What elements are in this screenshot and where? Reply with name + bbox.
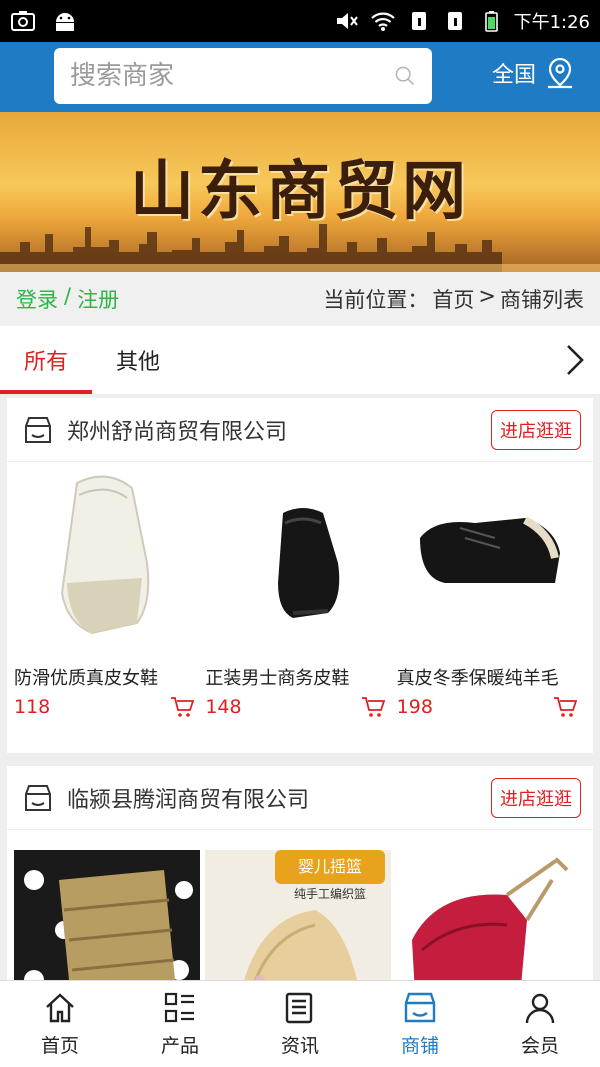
nav-products-label: 产品 bbox=[160, 1035, 199, 1057]
product-item[interactable] bbox=[13, 850, 204, 980]
location-pin-icon bbox=[548, 57, 573, 89]
shop-header: 临颍县腾润商贸有限公司 进店逛逛 bbox=[7, 766, 593, 830]
status-bar: 下午1:26 bbox=[0, 0, 600, 42]
cart-icon[interactable] bbox=[553, 696, 577, 718]
breadcrumb: 当前位置： 首页 > 商铺列表 bbox=[323, 284, 584, 314]
black-dress-shoe-image bbox=[278, 508, 340, 618]
search-icon[interactable] bbox=[394, 58, 416, 94]
grid-list-icon bbox=[164, 992, 194, 1023]
city-skyline-image bbox=[0, 224, 600, 272]
tab-other[interactable]: 其他 bbox=[92, 326, 184, 394]
cart-icon[interactable] bbox=[170, 696, 194, 718]
region-selector[interactable]: 全国 bbox=[492, 56, 576, 90]
shop-name[interactable]: 郑州舒尚商贸有限公司 bbox=[67, 414, 287, 446]
nav-shops-label: 商铺 bbox=[400, 1035, 439, 1057]
mute-icon bbox=[336, 13, 358, 29]
region-label: 全国 bbox=[492, 63, 537, 88]
header: 全国 bbox=[0, 42, 600, 112]
product-item[interactable] bbox=[396, 850, 587, 980]
search-box[interactable] bbox=[54, 48, 432, 104]
shop-card: 临颍县腾润商贸有限公司 进店逛逛 婴儿摇篮 纯手工编织篮 bbox=[7, 766, 593, 980]
sim1-icon bbox=[411, 12, 426, 30]
breadcrumb-home[interactable]: 首页 bbox=[432, 284, 474, 314]
product-price: 118 bbox=[14, 696, 51, 718]
red-stroller-image bbox=[411, 857, 569, 980]
breadcrumb-current: 商铺列表 bbox=[500, 288, 584, 312]
nav-home-label: 首页 bbox=[40, 1035, 79, 1057]
product-name[interactable]: 真皮冬季保暖纯羊毛 bbox=[397, 664, 569, 690]
login-link[interactable]: 登录 bbox=[16, 284, 58, 314]
product-item[interactable]: 正装男士商务皮鞋 148 bbox=[204, 468, 395, 718]
breadcrumb-bar: 登录 / 注册 当前位置： 首页 > 商铺列表 bbox=[0, 272, 600, 326]
stroller-mat-image bbox=[14, 850, 200, 980]
visit-shop-button[interactable]: 进店逛逛 bbox=[491, 777, 581, 818]
tab-all[interactable]: 所有 bbox=[0, 326, 92, 394]
location-prefix: 当前位置： bbox=[323, 288, 429, 312]
product-image[interactable] bbox=[14, 850, 200, 980]
product-price: 148 bbox=[205, 696, 242, 718]
white-shoe-image bbox=[60, 475, 150, 635]
baby-basket-image: 婴儿摇篮 纯手工编织篮 bbox=[205, 850, 392, 980]
shop-card: 郑州舒尚商贸有限公司 进店逛逛 防滑优质真皮女鞋 118 正装男士商务皮鞋 14… bbox=[7, 398, 593, 753]
product-item[interactable]: 婴儿摇篮 纯手工编织篮 bbox=[204, 850, 395, 980]
nav-member[interactable]: 会员 bbox=[480, 981, 600, 1067]
svg-text:纯手工编织篮: 纯手工编织篮 bbox=[294, 886, 366, 901]
sim2-icon bbox=[447, 12, 462, 30]
shop-icon bbox=[404, 992, 436, 1023]
shop-icon bbox=[25, 416, 51, 443]
home-icon bbox=[46, 993, 74, 1023]
cart-icon[interactable] bbox=[361, 696, 386, 718]
product-image[interactable] bbox=[14, 468, 200, 648]
shop-icon bbox=[25, 784, 51, 811]
black-boot-image bbox=[419, 516, 560, 583]
status-time: 下午1:26 bbox=[513, 12, 590, 33]
nav-home[interactable]: 首页 bbox=[0, 981, 120, 1067]
auth-links: 登录 / 注册 bbox=[16, 284, 119, 314]
product-list: 防滑优质真皮女鞋 118 正装男士商务皮鞋 148 真皮冬季保暖纯羊毛 198 bbox=[7, 468, 593, 718]
product-price: 198 bbox=[396, 696, 433, 718]
wifi-icon bbox=[370, 12, 395, 31]
nav-member-label: 会员 bbox=[520, 1035, 559, 1057]
nav-news-label: 资讯 bbox=[280, 1035, 319, 1057]
product-image[interactable]: 婴儿摇篮 纯手工编织篮 bbox=[205, 850, 392, 980]
product-item[interactable]: 真皮冬季保暖纯羊毛 198 bbox=[396, 468, 587, 718]
screenshot-icon bbox=[11, 11, 35, 31]
tabs-scroll-right[interactable] bbox=[550, 326, 600, 394]
product-image[interactable] bbox=[397, 468, 583, 648]
nav-news[interactable]: 资讯 bbox=[240, 981, 360, 1067]
product-name[interactable]: 正装男士商务皮鞋 bbox=[205, 664, 377, 690]
product-image[interactable] bbox=[397, 850, 583, 980]
breadcrumb-arrow: > bbox=[478, 284, 496, 308]
svg-text:婴儿摇篮: 婴儿摇篮 bbox=[298, 857, 362, 876]
register-link[interactable]: 注册 bbox=[77, 284, 119, 314]
category-tabs: 所有 其他 bbox=[0, 326, 600, 394]
visit-shop-button[interactable]: 进店逛逛 bbox=[491, 409, 581, 450]
shop-header: 郑州舒尚商贸有限公司 进店逛逛 bbox=[7, 398, 593, 462]
news-icon bbox=[285, 992, 313, 1024]
product-list: 婴儿摇篮 纯手工编织篮 bbox=[7, 850, 593, 980]
shop-name[interactable]: 临颍县腾润商贸有限公司 bbox=[67, 782, 309, 814]
product-image[interactable] bbox=[205, 468, 391, 648]
android-icon bbox=[56, 13, 74, 31]
search-input[interactable] bbox=[70, 61, 394, 91]
product-name[interactable]: 防滑优质真皮女鞋 bbox=[14, 664, 186, 690]
nav-shops[interactable]: 商铺 bbox=[360, 981, 480, 1067]
bottom-nav: 首页 产品 资讯 商铺 会员 bbox=[0, 980, 600, 1067]
product-item[interactable]: 防滑优质真皮女鞋 118 bbox=[13, 468, 204, 718]
auth-separator: / bbox=[64, 284, 72, 308]
battery-icon bbox=[484, 11, 498, 32]
user-icon bbox=[525, 993, 555, 1024]
banner[interactable]: 山东商贸网 bbox=[0, 112, 600, 272]
chevron-right-icon bbox=[567, 345, 584, 375]
nav-products[interactable]: 产品 bbox=[120, 981, 240, 1067]
